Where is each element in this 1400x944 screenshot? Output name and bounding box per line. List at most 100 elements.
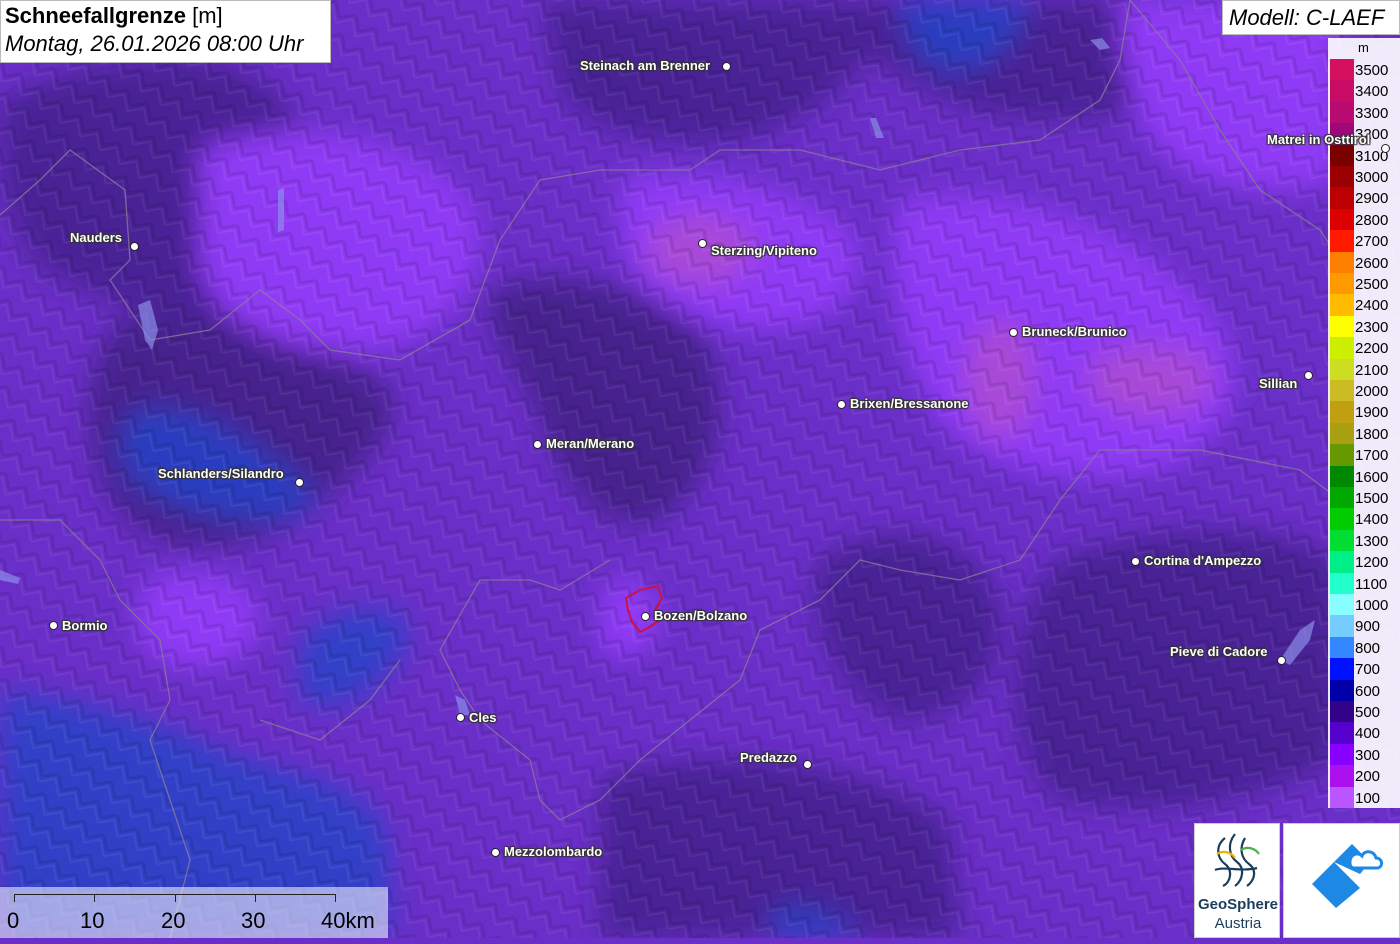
legend-row: 1000 — [1328, 594, 1400, 616]
legend-swatch — [1330, 187, 1354, 209]
title-unit: [m] — [192, 3, 223, 28]
city-marker[interactable] — [295, 478, 304, 487]
legend-swatch — [1330, 679, 1354, 701]
legend-label: 100 — [1355, 789, 1381, 807]
scale-label: 20 — [161, 908, 186, 933]
city-marker[interactable] — [49, 621, 58, 630]
legend-row: 3000 — [1328, 166, 1400, 188]
legend-swatch — [1330, 636, 1354, 659]
legend-label: 400 — [1355, 725, 1381, 743]
legend-swatch — [1330, 101, 1354, 124]
city-marker[interactable] — [837, 400, 846, 409]
city-label: Predazzo — [740, 750, 798, 765]
legend-swatch — [1330, 529, 1354, 552]
legend-row: 3500 — [1328, 59, 1400, 81]
legend-swatch — [1330, 166, 1354, 188]
legend-row: 2400 — [1328, 294, 1400, 316]
mountain-cloud-icon — [1312, 844, 1384, 908]
city-marker[interactable] — [1009, 328, 1018, 337]
city-marker[interactable] — [641, 612, 650, 621]
legend-label: 2800 — [1355, 211, 1389, 229]
legend-swatch — [1330, 722, 1354, 744]
legend-swatch — [1330, 315, 1354, 338]
legend-swatch — [1330, 765, 1354, 787]
legend-label: 1100 — [1355, 575, 1388, 593]
legend-label: 3500 — [1355, 62, 1389, 79]
legend-label: 2200 — [1355, 340, 1389, 358]
city-marker[interactable] — [1381, 144, 1390, 153]
legend-label: 200 — [1355, 768, 1381, 786]
city-label: Bormio — [62, 618, 108, 633]
city-marker[interactable] — [1277, 656, 1286, 665]
legend-swatch — [1330, 422, 1354, 445]
weather-app-logo[interactable] — [1283, 823, 1400, 938]
legend-label: 1700 — [1355, 447, 1389, 465]
legend-label: 2100 — [1355, 361, 1389, 379]
city-label: Cortina d'Ampezzo — [1144, 553, 1262, 568]
legend-swatch — [1330, 572, 1354, 594]
city-marker[interactable] — [698, 239, 707, 248]
legend-label: 500 — [1355, 704, 1381, 721]
city-marker[interactable] — [456, 713, 465, 722]
legend-label: 2300 — [1355, 318, 1389, 336]
forecast-datetime: Montag, 26.01.2026 08:00 Uhr — [5, 31, 304, 56]
legend-swatch — [1330, 144, 1354, 166]
legend-swatch — [1330, 251, 1354, 273]
legend-swatch — [1330, 444, 1354, 466]
legend-row: 2100 — [1328, 358, 1400, 380]
legend-swatch — [1330, 743, 1354, 766]
legend-row: 500 — [1328, 701, 1400, 723]
legend-label: 1300 — [1355, 532, 1389, 550]
city-marker[interactable] — [130, 242, 139, 251]
city-label: Sillian — [1259, 376, 1298, 391]
geosphere-emblem-icon — [1214, 833, 1260, 887]
city-marker[interactable] — [803, 760, 812, 769]
legend-row: 1700 — [1328, 444, 1400, 466]
legend-row: 700 — [1328, 658, 1400, 680]
legend-label: 1600 — [1355, 468, 1389, 486]
legend-swatch — [1330, 594, 1354, 616]
city-label: Sterzing/Vipiteno — [711, 243, 817, 258]
legend-swatch — [1330, 358, 1354, 380]
legend-row: 900 — [1328, 615, 1400, 637]
city-marker[interactable] — [1304, 371, 1313, 380]
legend-label: 1800 — [1355, 425, 1389, 443]
city-marker[interactable] — [1131, 557, 1140, 566]
legend-row: 200 — [1328, 765, 1400, 787]
legend-row: 400 — [1328, 722, 1400, 744]
legend-label: 1000 — [1355, 597, 1389, 614]
scale-label: 40km — [321, 908, 375, 933]
legend-row: 1800 — [1328, 422, 1400, 445]
legend-row: 2800 — [1328, 208, 1400, 231]
legend-swatch — [1330, 59, 1354, 81]
legend-row: 2300 — [1328, 315, 1400, 338]
city-marker[interactable] — [533, 440, 542, 449]
legend-swatch — [1330, 401, 1354, 423]
city-label: Meran/Merano — [546, 436, 635, 451]
legend-label: 700 — [1355, 661, 1381, 679]
legend-row: 300 — [1328, 743, 1400, 766]
color-legend: m 3500 3400 3300 3200 3100 3000 2900 2800 2700 26… — [1328, 38, 1400, 808]
legend-row: 800 — [1328, 636, 1400, 659]
legend-row: 100 — [1328, 786, 1400, 808]
legend-label: 3000 — [1355, 169, 1389, 186]
legend-swatch — [1330, 615, 1354, 637]
legend-swatch — [1330, 658, 1354, 680]
legend-swatch — [1330, 294, 1354, 316]
city-marker[interactable] — [491, 848, 500, 857]
legend-label: 1900 — [1355, 404, 1389, 422]
legend-label: 1500 — [1355, 490, 1389, 507]
legend-label: 2700 — [1355, 233, 1389, 251]
legend-swatch — [1330, 208, 1354, 231]
legend-unit: m — [1358, 40, 1369, 55]
city-label: Steinach am Brenner — [580, 58, 711, 73]
city-label: Schlanders/Silandro — [158, 466, 284, 481]
legend-swatch — [1330, 273, 1354, 295]
city-marker[interactable] — [722, 62, 731, 71]
geosphere-logo[interactable]: GeoSphere Austria — [1194, 823, 1280, 938]
legend-row: 2600 — [1328, 251, 1400, 273]
scale-tick — [335, 894, 336, 902]
legend-label: 900 — [1355, 618, 1381, 636]
legend-row: 1900 — [1328, 401, 1400, 423]
legend-label: 1400 — [1355, 511, 1389, 529]
